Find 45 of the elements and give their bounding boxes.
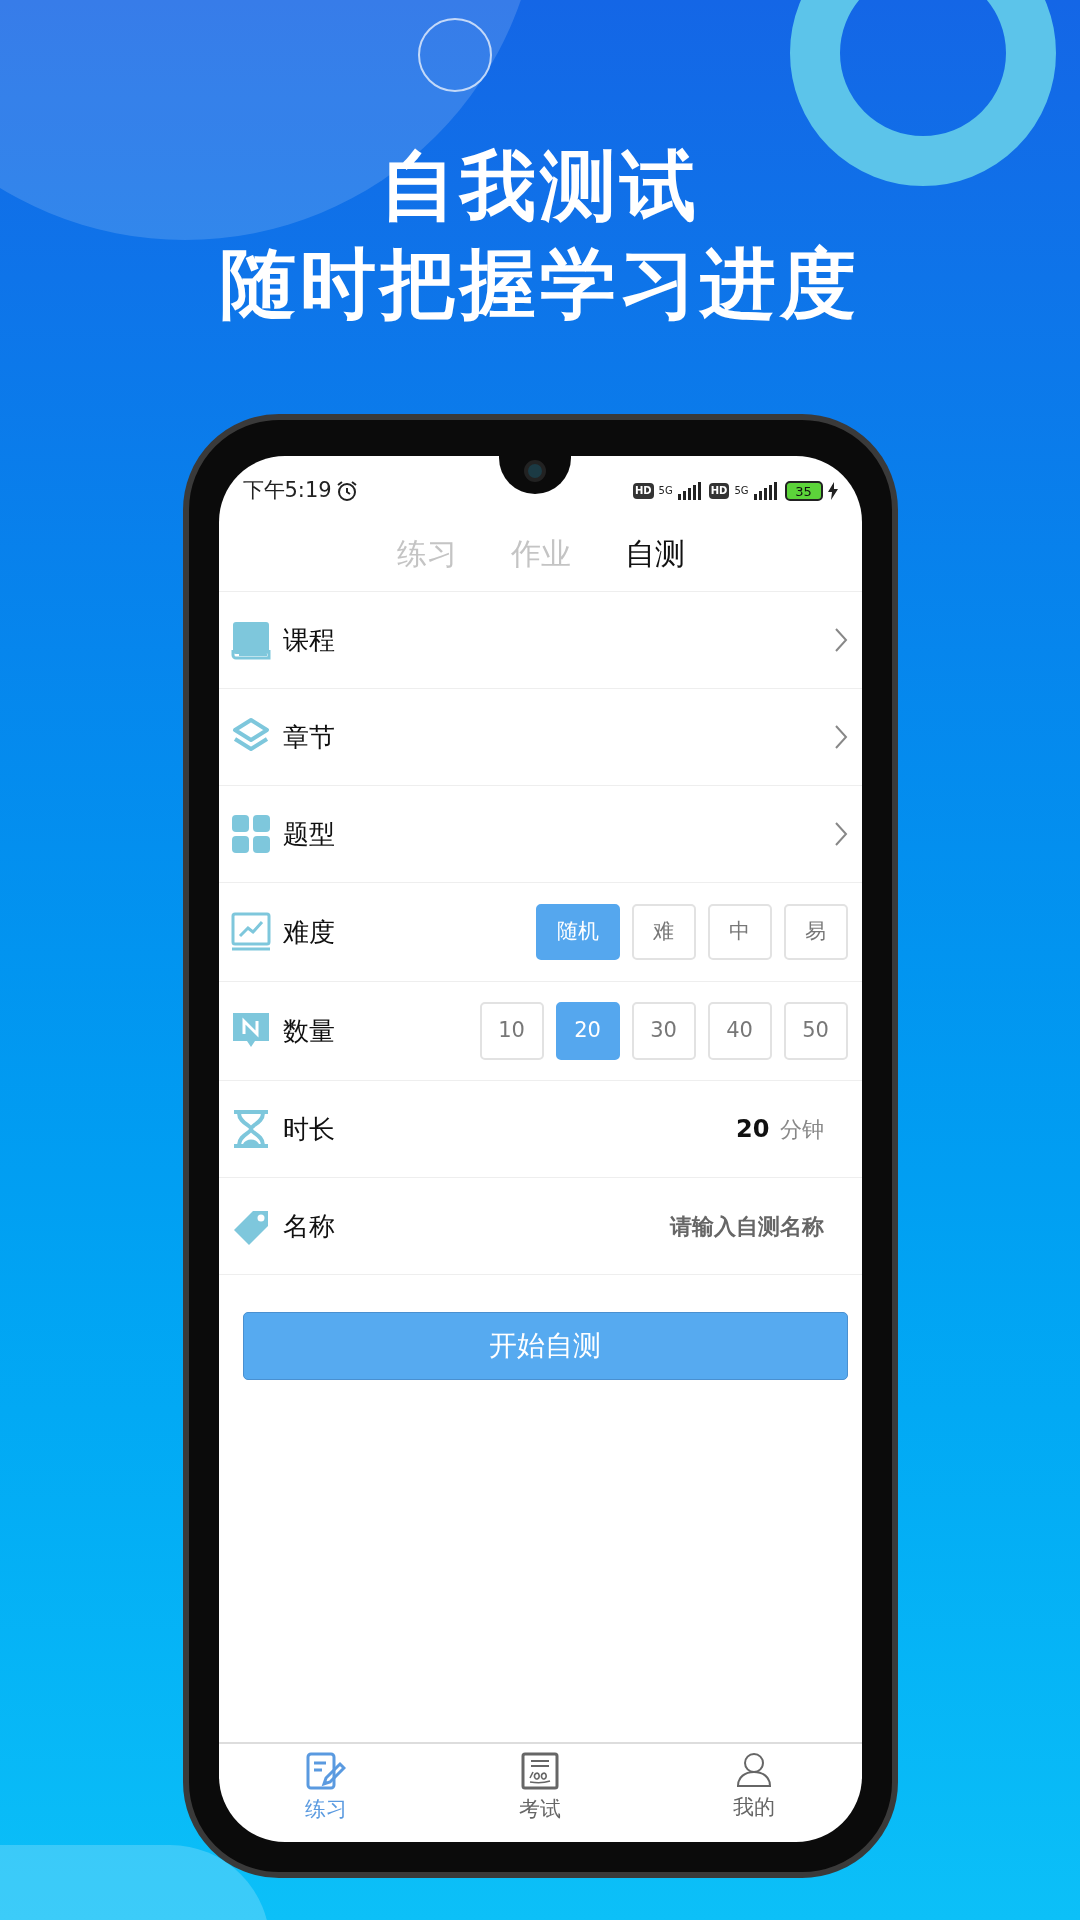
hd-badge: HD [708, 483, 730, 499]
signal-icon [753, 482, 780, 500]
option-button[interactable]: 随机 [535, 904, 620, 960]
nav-tab[interactable]: 考试 [519, 1752, 561, 1826]
network-label: 5G [734, 486, 749, 496]
option-button[interactable]: 难 [631, 904, 696, 960]
alarm-icon [335, 480, 358, 502]
start-button[interactable]: 开始自测 [242, 1312, 848, 1380]
row-label: 课程 [282, 623, 335, 657]
charging-icon [827, 482, 838, 500]
headline-text: 自我测试 [380, 148, 700, 224]
duration-unit: 分钟 [779, 1115, 824, 1144]
battery-level: 35 [795, 484, 812, 498]
row-label: 题型 [282, 817, 335, 851]
nav-tab[interactable]: 练习 [304, 1752, 347, 1826]
signal-icon [677, 482, 704, 500]
name-input-field[interactable]: 请输入自测名称 [523, 1209, 824, 1243]
note-pencil-icon [305, 1752, 346, 1790]
row-label: 难度 [282, 915, 335, 949]
option-button[interactable]: 易 [783, 904, 848, 960]
tab[interactable]: 自测 [625, 531, 685, 576]
chevron-right-icon[interactable] [833, 724, 848, 750]
row-label: 章节 [282, 720, 335, 754]
chevron-right-icon[interactable] [833, 821, 848, 847]
exam-paper-icon [521, 1752, 559, 1790]
option-button[interactable]: 中 [707, 904, 772, 960]
chevron-right-icon[interactable] [833, 627, 848, 653]
network-label: 5G [658, 486, 673, 496]
duration-value: 20 [736, 1114, 770, 1145]
hd-badge: HD [632, 483, 654, 499]
option-button[interactable]: 30 [631, 1002, 696, 1060]
grid-icon [230, 814, 271, 854]
person-icon [736, 1752, 773, 1788]
row-label: 名称 [282, 1209, 335, 1243]
option-button[interactable]: 20 [555, 1002, 620, 1060]
row-label: 数量 [282, 1014, 335, 1048]
status-time: 下午5:19 [242, 477, 332, 505]
option-button[interactable]: 10 [479, 1002, 544, 1060]
chart-icon [230, 912, 271, 952]
nav-tab[interactable]: 我的 [733, 1752, 776, 1824]
headline-text: 随时把握学习进度 [220, 246, 860, 322]
book-icon [230, 620, 271, 660]
option-button[interactable]: 40 [707, 1002, 772, 1060]
row-label: 时长 [282, 1112, 335, 1146]
option-button[interactable]: 50 [783, 1002, 848, 1060]
